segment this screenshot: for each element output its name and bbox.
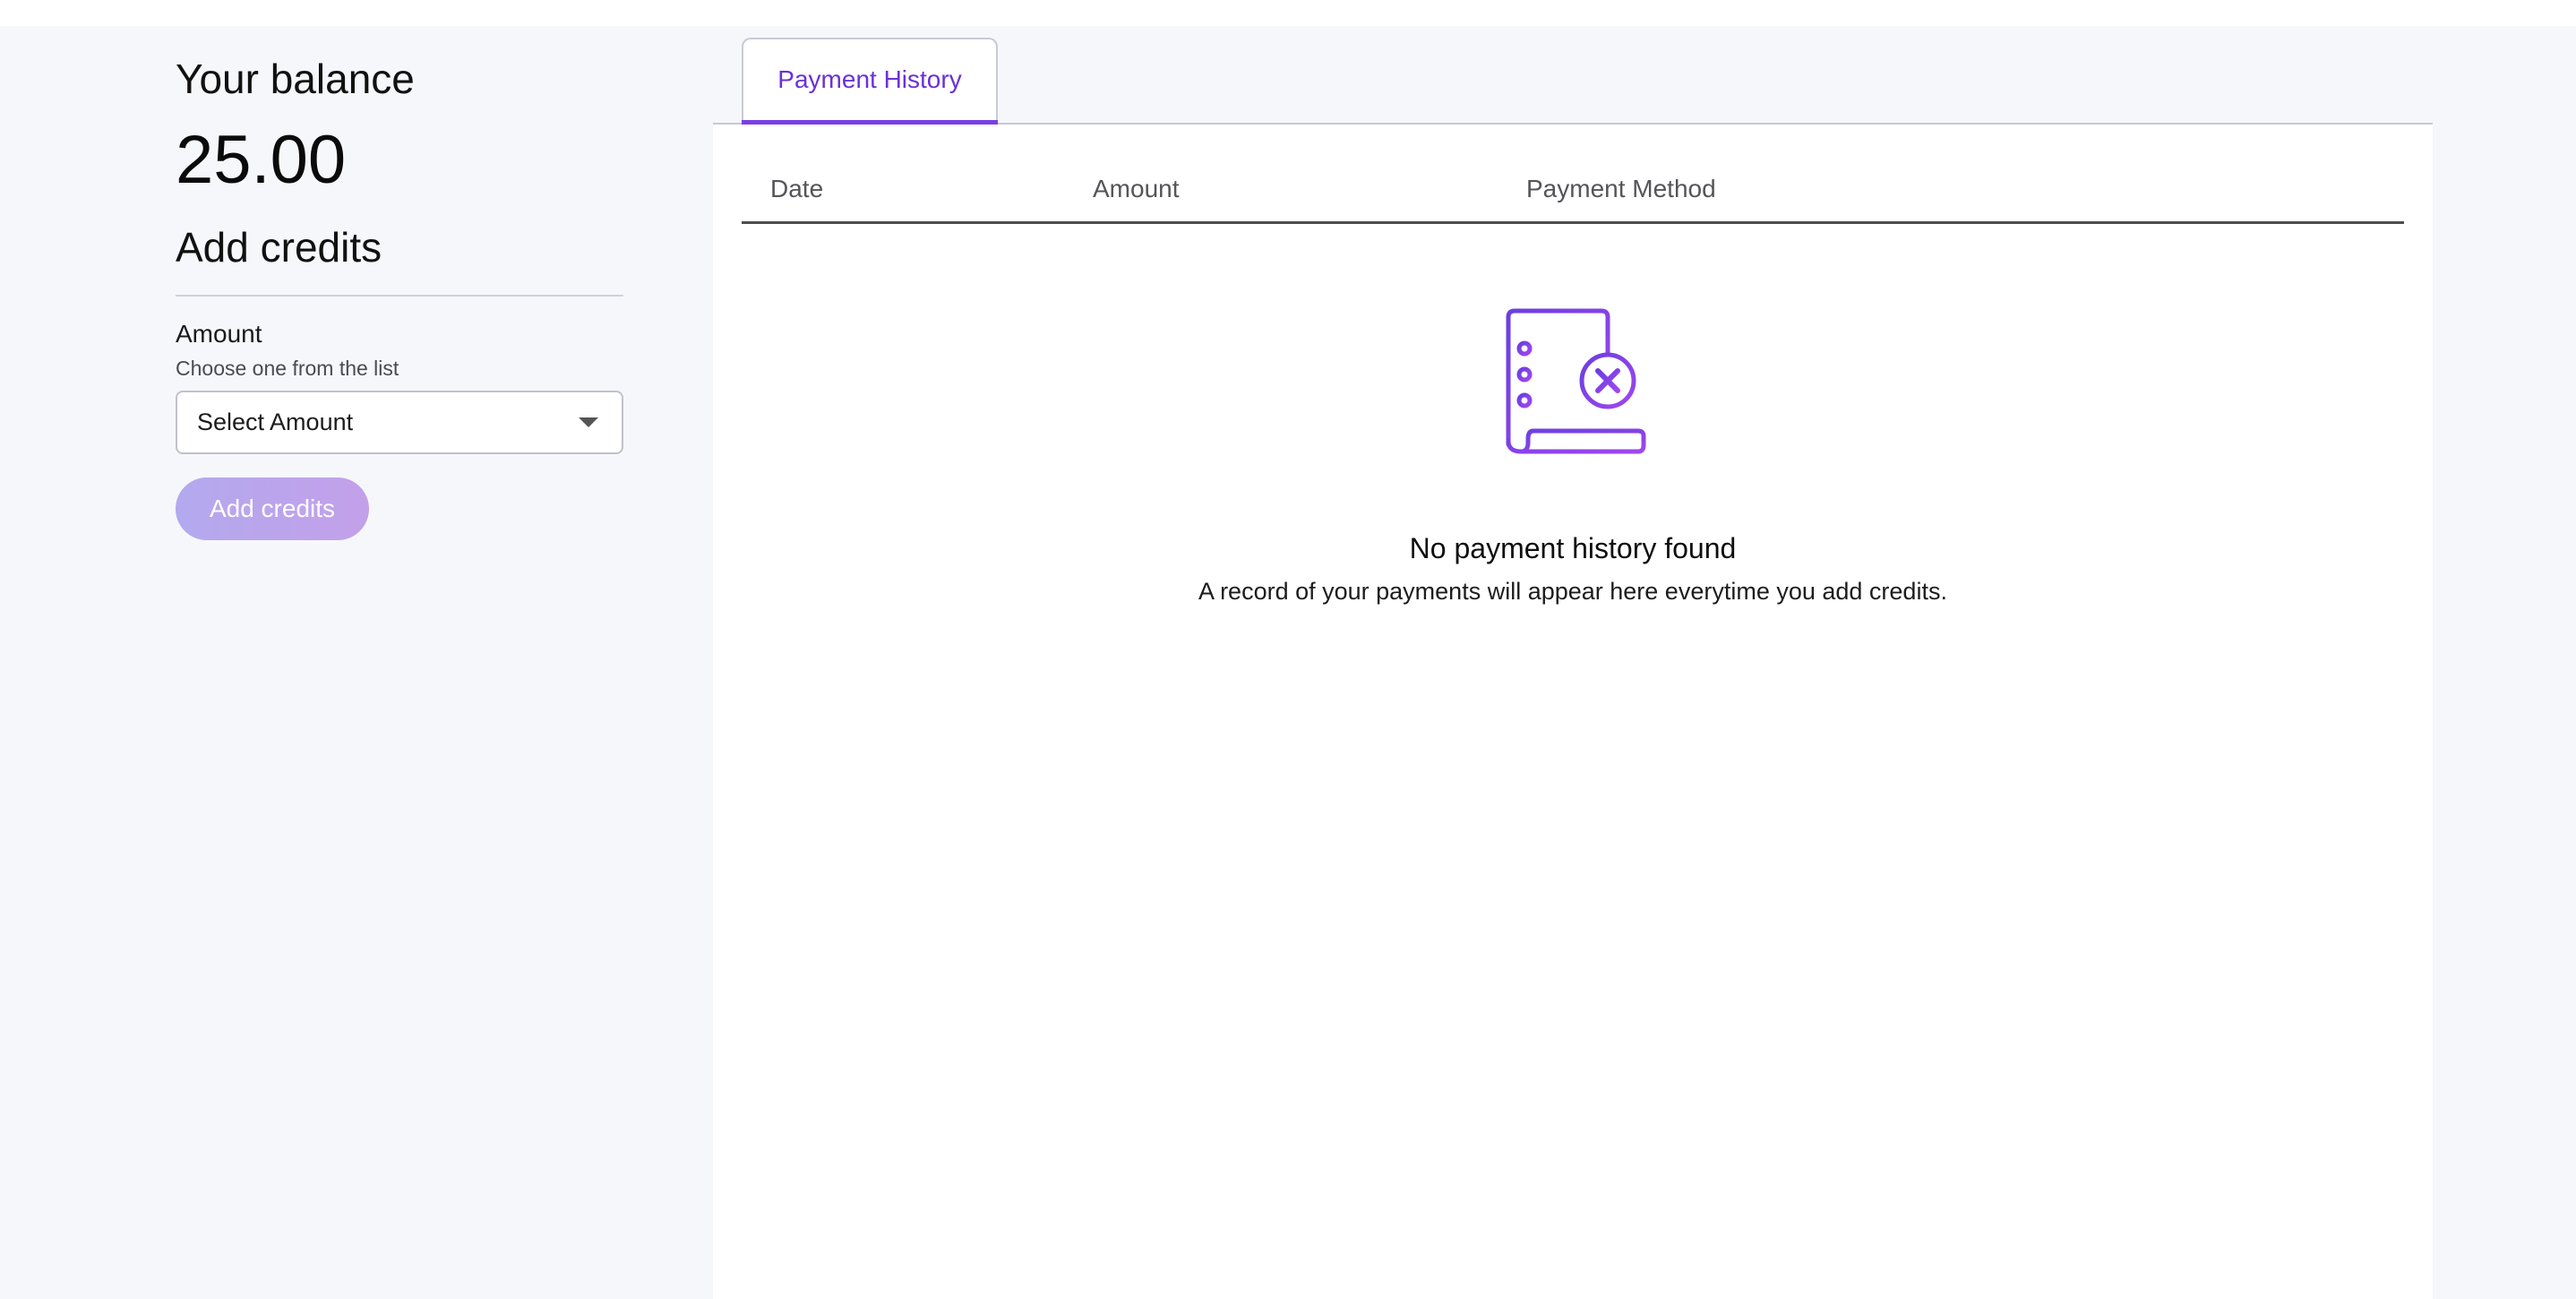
tab-payment-history[interactable]: Payment History <box>742 38 998 126</box>
table-header: Date Amount Payment Method <box>742 160 2404 224</box>
divider <box>176 295 623 297</box>
balance-value: 25.00 <box>176 122 347 198</box>
tab-content: Date Amount Payment Method No payment hi… <box>713 125 2433 1299</box>
caret-down-icon <box>579 417 598 427</box>
empty-state-title: No payment history found <box>1409 532 1737 564</box>
column-header-payment-method: Payment Method <box>1526 175 1716 202</box>
add-credits-button[interactable]: Add credits <box>176 477 369 540</box>
payment-history-panel: Payment History Date Amount Payment Meth… <box>713 26 2433 1299</box>
receipt-cancel-icon <box>1506 308 1646 454</box>
balance-title: Your balance <box>176 56 415 102</box>
empty-state-subtitle: A record of your payments will appear he… <box>1198 578 1947 605</box>
page: Your balance 25.00 Add credits Amount Ch… <box>0 26 2576 1299</box>
amount-select[interactable]: Select Amount <box>176 391 623 454</box>
column-header-amount: Amount <box>1093 175 1180 202</box>
tab-bar: Payment History <box>713 26 2433 126</box>
amount-helper-text: Choose one from the list <box>176 357 399 380</box>
amount-label: Amount <box>176 320 262 348</box>
tab-label: Payment History <box>777 65 962 93</box>
amount-select-value: Select Amount <box>197 409 354 435</box>
column-header-date: Date <box>770 175 824 202</box>
add-credits-title: Add credits <box>176 224 382 271</box>
